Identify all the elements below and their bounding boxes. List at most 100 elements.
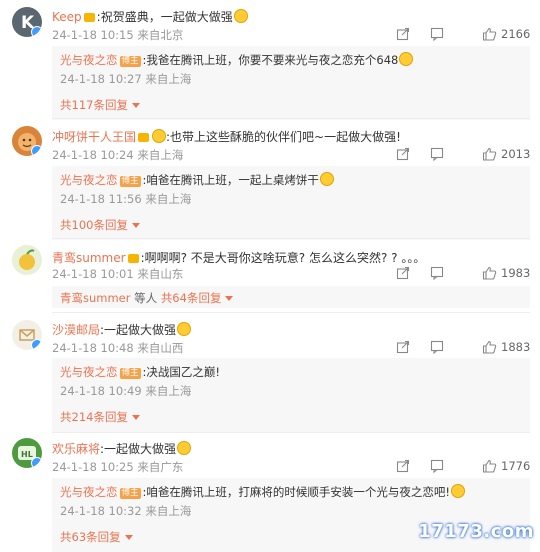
reply-text: :咱爸在腾讯上班，打麻将的时候顺手安装一个光与夜之恋吧! — [142, 485, 450, 499]
crown-icon — [127, 254, 139, 263]
more-replies-mid: 等人 — [130, 291, 161, 305]
avatar-cookie[interactable] — [12, 126, 42, 156]
reply-line: 光与夜之恋 博主:咱爸在腾讯上班，打麻将的时候顺手安装一个光与夜之恋吧! — [60, 484, 465, 500]
like-icon[interactable] — [482, 266, 497, 280]
avatar-mahjong[interactable]: HL — [12, 438, 42, 468]
reply-line: 光与夜之恋 博主:咱爸在腾讯上班，一起上桌烤饼干 — [60, 172, 334, 188]
reply-line: 光与夜之恋 博主:决战国乙之巅! — [60, 364, 220, 380]
comment-location: 来自山西 — [137, 341, 184, 355]
more-replies-user: 青鸾summer — [60, 291, 131, 305]
reply-text: :决战国乙之巅! — [142, 365, 220, 379]
comment-location: 来自上海 — [137, 148, 184, 162]
divider — [52, 238, 530, 239]
reply-location: 来自上海 — [145, 192, 192, 206]
comment-text: :也带上这些酥脆的伙伴们吧~一起做大做强! — [166, 130, 401, 144]
chevron-down-icon — [225, 296, 234, 301]
share-icon[interactable] — [396, 340, 410, 354]
reply-date: 24-1-18 10:32 — [60, 504, 142, 518]
comment-location: 来自山东 — [137, 267, 184, 281]
comment-actions: 1883 — [396, 340, 530, 354]
comment-username[interactable]: 欢乐麻将 — [52, 442, 100, 456]
reply-meta: 24-1-18 11:56 来自上海 — [60, 191, 191, 207]
author-badge: 博主 — [119, 488, 141, 499]
comment-username[interactable]: 沙漠邮局 — [52, 323, 100, 337]
divider — [52, 312, 530, 313]
comment-meta: 24-1-18 10:25 来自广东 — [52, 459, 183, 475]
like-count: 1883 — [501, 340, 531, 354]
emoji-icon — [451, 484, 465, 498]
chevron-down-icon — [124, 535, 133, 540]
reply-box: 光与夜之恋 博主:咱爸在腾讯上班，一起上桌烤饼干 24-1-18 11:56 来自… — [52, 166, 530, 240]
share-icon[interactable] — [396, 459, 410, 473]
more-replies-link[interactable]: 共214条回复 — [60, 409, 140, 425]
comment-line: 青鸾summer:啊啊啊? 不是大哥你这啥玩意? 怎么这么突然? ? 。。。 — [52, 249, 425, 266]
like-icon[interactable] — [482, 340, 497, 354]
more-replies-link[interactable]: 共117条回复 — [60, 97, 140, 113]
reply-box: 光与夜之恋 博主:我爸在腾讯上班，你要不要来光与夜之恋充个648 24-1-18 … — [52, 46, 530, 120]
more-replies-link[interactable]: 共63条回复 — [60, 529, 133, 545]
share-icon[interactable] — [396, 147, 410, 161]
like-icon[interactable] — [482, 27, 497, 41]
comment-meta: 24-1-18 10:15 来自北京 — [52, 27, 183, 43]
reply-location: 来自上海 — [145, 72, 192, 86]
comment-username[interactable]: Keep — [52, 10, 82, 24]
reply-text: :咱爸在腾讯上班，一起上桌烤饼干 — [142, 173, 319, 187]
comment-actions: 1776 — [396, 459, 530, 473]
comment-icon[interactable] — [430, 266, 444, 280]
author-badge: 博主 — [119, 368, 141, 379]
comment-icon[interactable] — [430, 147, 444, 161]
share-icon[interactable] — [396, 266, 410, 280]
comment-line: 冲呀饼干人王国 :也带上这些酥脆的伙伴们吧~一起做大做强! — [52, 128, 401, 145]
comment-date: 24-1-18 10:15 — [52, 28, 134, 42]
crown-icon — [138, 133, 150, 142]
reply-location: 来自上海 — [145, 504, 192, 518]
comment-meta: 24-1-18 10:48 来自山西 — [52, 340, 183, 356]
like-icon[interactable] — [482, 459, 497, 473]
comment-icon[interactable] — [430, 459, 444, 473]
reply-username[interactable]: 光与夜之恋 — [60, 365, 118, 379]
like-count: 2166 — [501, 27, 531, 41]
avatar-desert-post[interactable] — [12, 320, 42, 350]
comment-date: 24-1-18 10:24 — [52, 148, 134, 162]
reply-box: 青鸾summer 等人 共64条回复 — [52, 286, 530, 308]
more-replies-link[interactable]: 青鸾summer 等人 共64条回复 — [60, 290, 234, 306]
verified-icon — [31, 339, 42, 350]
reply-meta: 24-1-18 10:49 来自上海 — [60, 383, 191, 399]
comment-actions: 2166 — [396, 27, 530, 41]
reply-meta: 24-1-18 10:32 来自上海 — [60, 503, 191, 519]
comment-text: :祝贺盛典，一起做大做强 — [96, 10, 233, 24]
comment-line: 欢乐麻将:一起做大做强 — [52, 440, 192, 457]
reply-username[interactable]: 光与夜之恋 — [60, 485, 118, 499]
comment-location: 来自广东 — [137, 460, 184, 474]
emoji-icon — [152, 129, 167, 143]
avatar-keep[interactable]: K — [12, 7, 42, 37]
crown-icon — [83, 13, 95, 22]
reply-username[interactable]: 光与夜之恋 — [60, 53, 118, 67]
reply-line: 光与夜之恋 博主:我爸在腾讯上班，你要不要来光与夜之恋充个648 — [60, 52, 414, 68]
author-badge: 博主 — [119, 176, 141, 187]
reply-meta: 24-1-18 10:27 来自上海 — [60, 71, 191, 87]
avatar-summer[interactable] — [12, 245, 42, 275]
reply-box: 光与夜之恋 博主:决战国乙之巅! 24-1-18 10:49 来自上海 共214条… — [52, 358, 530, 432]
more-replies-link[interactable]: 共100条回复 — [60, 217, 140, 233]
reply-date: 24-1-18 10:49 — [60, 384, 142, 398]
share-icon[interactable] — [396, 27, 410, 41]
emoji-icon — [399, 52, 414, 66]
like-count: 2013 — [501, 147, 531, 161]
comment-line: 沙漠邮局:一起做大做强 — [52, 321, 192, 338]
comment-icon[interactable] — [430, 27, 444, 41]
like-count: 1776 — [501, 459, 531, 473]
comment-actions: 1983 — [396, 266, 530, 280]
reply-username[interactable]: 光与夜之恋 — [60, 173, 118, 187]
comment-date: 24-1-18 10:25 — [52, 460, 134, 474]
comment-username[interactable]: 青鸾summer — [52, 251, 126, 265]
comment-text: :一起做大做强 — [100, 442, 177, 456]
comment-date: 24-1-18 10:48 — [52, 341, 134, 355]
like-icon[interactable] — [482, 147, 497, 161]
divider — [52, 432, 530, 433]
comment-username[interactable]: 冲呀饼干人王国 — [52, 130, 136, 144]
comment-icon[interactable] — [430, 340, 444, 354]
more-replies-text: 共100条回复 — [60, 218, 128, 232]
comment-actions: 2013 — [396, 147, 530, 161]
reply-date: 24-1-18 10:27 — [60, 72, 142, 86]
